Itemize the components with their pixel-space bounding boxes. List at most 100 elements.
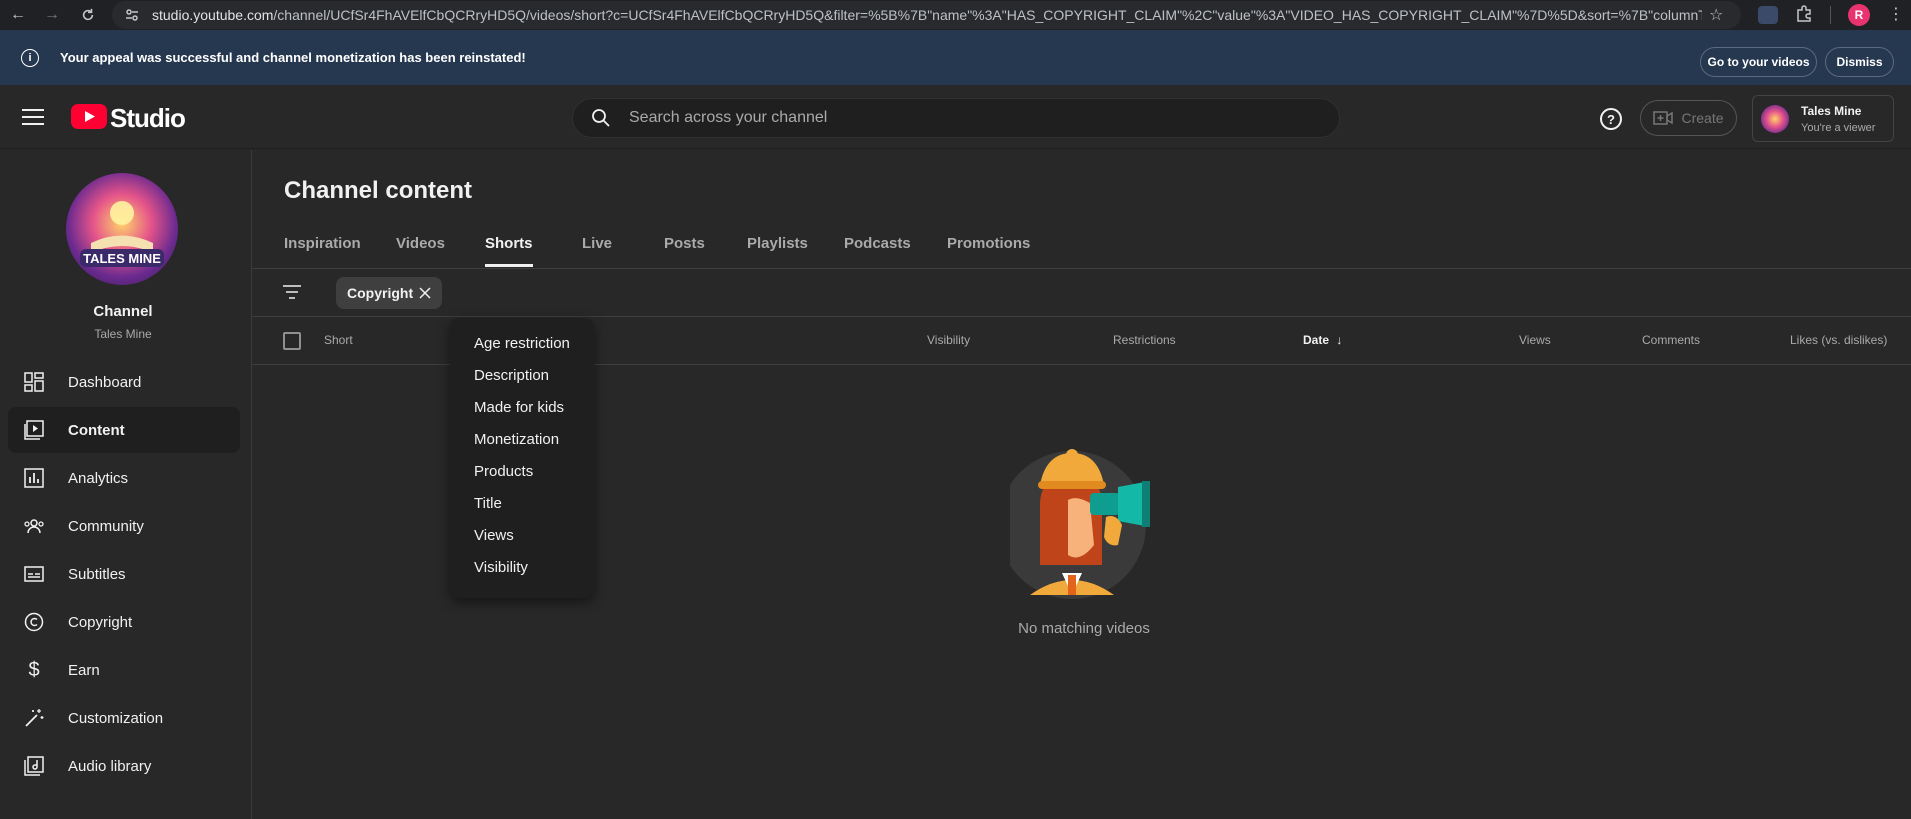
extensions-puzzle-icon[interactable] (1795, 5, 1813, 28)
channel-avatar[interactable]: TALES MINE (66, 173, 178, 285)
address-bar[interactable]: studio.youtube.com/channel/UCfSr4FhAVElf… (112, 1, 1741, 29)
back-icon[interactable]: ← (6, 3, 30, 27)
browser-menu-icon[interactable]: ⋮ (1888, 4, 1904, 24)
tab-live[interactable]: Live (582, 235, 612, 267)
tab-inspiration[interactable]: Inspiration (284, 235, 361, 267)
sidebar-item-label: Subtitles (68, 566, 126, 583)
sidebar-item-customization[interactable]: Customization (8, 695, 240, 741)
column-short[interactable]: Short (324, 333, 353, 347)
content-icon (22, 418, 46, 442)
top-header: Studio ? Create Tales Mine You're a view… (0, 85, 1911, 149)
copyright-icon (22, 610, 46, 634)
dollar-icon: $ (28, 658, 40, 681)
url-path: /channel/UCfSr4FhAVElfCbQCRryHD5Q/videos… (273, 7, 1702, 23)
go-to-videos-button[interactable]: Go to your videos (1700, 47, 1817, 77)
url-text[interactable]: studio.youtube.com/channel/UCfSr4FhAVElf… (152, 7, 1702, 23)
browser-toolbar: ← → studio.youtube.com/channel/UCfSr4FhA… (0, 0, 1911, 30)
toolbar-divider (1830, 6, 1831, 24)
sidebar: TALES MINE Channel Tales Mine Dashboard … (0, 150, 252, 819)
sidebar-item-label: Content (68, 422, 125, 439)
column-likes[interactable]: Likes (vs. dislikes) (1790, 333, 1887, 347)
menu-item-products[interactable]: Products (474, 463, 533, 480)
youtube-play-icon (71, 104, 107, 129)
tab-playlists[interactable]: Playlists (747, 235, 808, 267)
create-label: Create (1681, 110, 1724, 126)
sidebar-item-label: Dashboard (68, 374, 142, 391)
create-button[interactable]: Create (1640, 100, 1737, 136)
banner-message: Your appeal was successful and channel m… (60, 50, 526, 65)
menu-item-monetization[interactable]: Monetization (474, 431, 559, 448)
menu-item-description[interactable]: Description (474, 367, 549, 384)
account-name: Tales Mine (1801, 104, 1862, 118)
filter-icon[interactable] (281, 284, 303, 305)
page-title: Channel content (284, 177, 473, 204)
studio-logo[interactable]: Studio (71, 102, 211, 133)
menu-item-age-restriction[interactable]: Age restriction (474, 335, 570, 352)
hamburger-menu-icon[interactable] (22, 108, 44, 131)
tab-shorts[interactable]: Shorts (485, 235, 533, 267)
studio-logo-text: Studio (110, 103, 186, 133)
sidebar-item-community[interactable]: Community (8, 503, 240, 549)
reload-icon[interactable] (76, 3, 100, 27)
sidebar-item-content[interactable]: Content (8, 407, 240, 453)
help-icon[interactable]: ? (1600, 108, 1622, 130)
search-input[interactable] (629, 109, 1309, 127)
subtitles-icon (22, 562, 46, 586)
dashboard-icon (22, 370, 46, 394)
filter-chip-copyright[interactable]: Copyright (336, 277, 442, 309)
sidebar-item-copyright[interactable]: Copyright (8, 599, 240, 645)
sidebar-item-earn[interactable]: $ Earn (8, 647, 240, 693)
sidebar-item-label: Earn (68, 662, 100, 679)
sidebar-item-dashboard[interactable]: Dashboard (8, 359, 240, 405)
filter-chip-label: Copyright (347, 285, 414, 301)
site-settings-icon[interactable] (124, 7, 140, 28)
info-icon: i (21, 49, 39, 67)
sidebar-item-analytics[interactable]: Analytics (8, 455, 240, 501)
tabs-divider (252, 268, 1911, 269)
channel-name: Tales Mine (94, 327, 152, 341)
dismiss-button[interactable]: Dismiss (1825, 47, 1894, 77)
column-date-label: Date (1303, 333, 1330, 347)
column-visibility[interactable]: Visibility (927, 333, 970, 347)
svg-text:TALES MINE: TALES MINE (83, 251, 161, 266)
select-all-checkbox[interactable] (283, 332, 301, 350)
column-restrictions[interactable]: Restrictions (1113, 333, 1176, 347)
menu-item-views[interactable]: Views (474, 527, 514, 544)
arrow-down-icon: ↓ (1336, 333, 1343, 347)
column-views[interactable]: Views (1519, 333, 1551, 347)
audio-library-icon (22, 754, 46, 778)
explorer-illustration-icon (998, 445, 1156, 600)
filter-divider (252, 316, 1911, 317)
sidebar-item-label: Copyright (68, 614, 133, 631)
magic-wand-icon (22, 706, 46, 730)
url-host: studio.youtube.com (152, 7, 274, 23)
sidebar-item-label: Audio library (68, 758, 152, 775)
account-switcher[interactable]: Tales Mine You're a viewer (1752, 95, 1894, 142)
empty-state-message: No matching videos (1018, 620, 1150, 637)
account-avatar (1761, 105, 1789, 133)
column-comments[interactable]: Comments (1642, 333, 1700, 347)
sidebar-item-subtitles[interactable]: Subtitles (8, 551, 240, 597)
tab-posts[interactable]: Posts (664, 235, 705, 267)
search-box[interactable] (572, 98, 1340, 138)
forward-icon[interactable]: → (40, 3, 64, 27)
filter-dropdown-menu: Age restriction Description Made for kid… (450, 318, 594, 598)
sidebar-item-label: Customization (68, 710, 164, 727)
sidebar-item-audio-library[interactable]: Audio library (8, 743, 240, 789)
profile-avatar[interactable]: R (1848, 4, 1870, 26)
tab-podcasts[interactable]: Podcasts (844, 235, 911, 267)
community-icon (22, 514, 46, 538)
menu-item-made-for-kids[interactable]: Made for kids (474, 399, 564, 416)
column-date[interactable]: Date ↓ (1303, 333, 1342, 347)
analytics-icon (22, 466, 46, 490)
notification-banner: i Your appeal was successful and channel… (0, 30, 1911, 85)
close-icon[interactable] (418, 286, 432, 303)
tab-videos[interactable]: Videos (396, 235, 445, 267)
menu-item-visibility[interactable]: Visibility (474, 559, 528, 576)
account-role: You're a viewer (1801, 122, 1876, 134)
search-icon (591, 108, 611, 133)
menu-item-title[interactable]: Title (474, 495, 502, 512)
tab-promotions[interactable]: Promotions (947, 235, 1030, 267)
bookmark-star-icon[interactable]: ☆ (1709, 5, 1723, 25)
extension-icon[interactable] (1758, 6, 1778, 24)
